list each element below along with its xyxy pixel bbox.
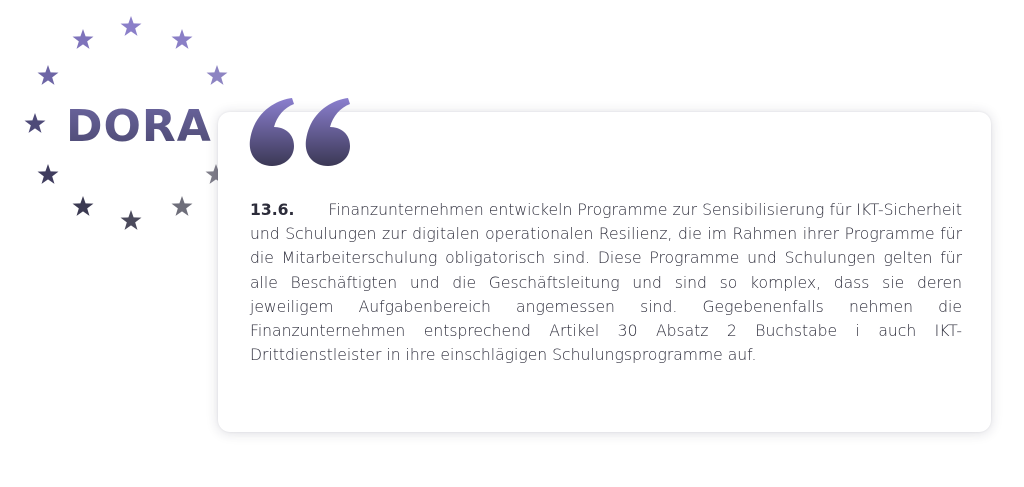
star-icon: [171, 196, 193, 216]
star-icon: [171, 29, 193, 49]
page: DORA 13.6. Finanzunternehmen entwickeln P…: [0, 0, 1024, 487]
quote-body: Finanzunternehmen entwickeln Programme z…: [250, 201, 962, 365]
star-icon: [37, 164, 59, 184]
article-number: 13.6.: [250, 201, 295, 219]
logo-text: DORA: [66, 101, 212, 152]
quote-open-icon: [249, 98, 350, 166]
star-icon: [24, 113, 46, 133]
star-icon: [120, 16, 142, 36]
star-icon: [120, 210, 142, 230]
star-icon: [206, 65, 228, 85]
star-icon: [37, 65, 59, 85]
quote-card: 13.6. Finanzunternehmen entwickeln Progra…: [218, 98, 991, 432]
star-icon: [72, 196, 94, 216]
quote-text-block: 13.6. Finanzunternehmen entwickeln Progra…: [250, 198, 962, 367]
star-icon: [72, 29, 94, 49]
